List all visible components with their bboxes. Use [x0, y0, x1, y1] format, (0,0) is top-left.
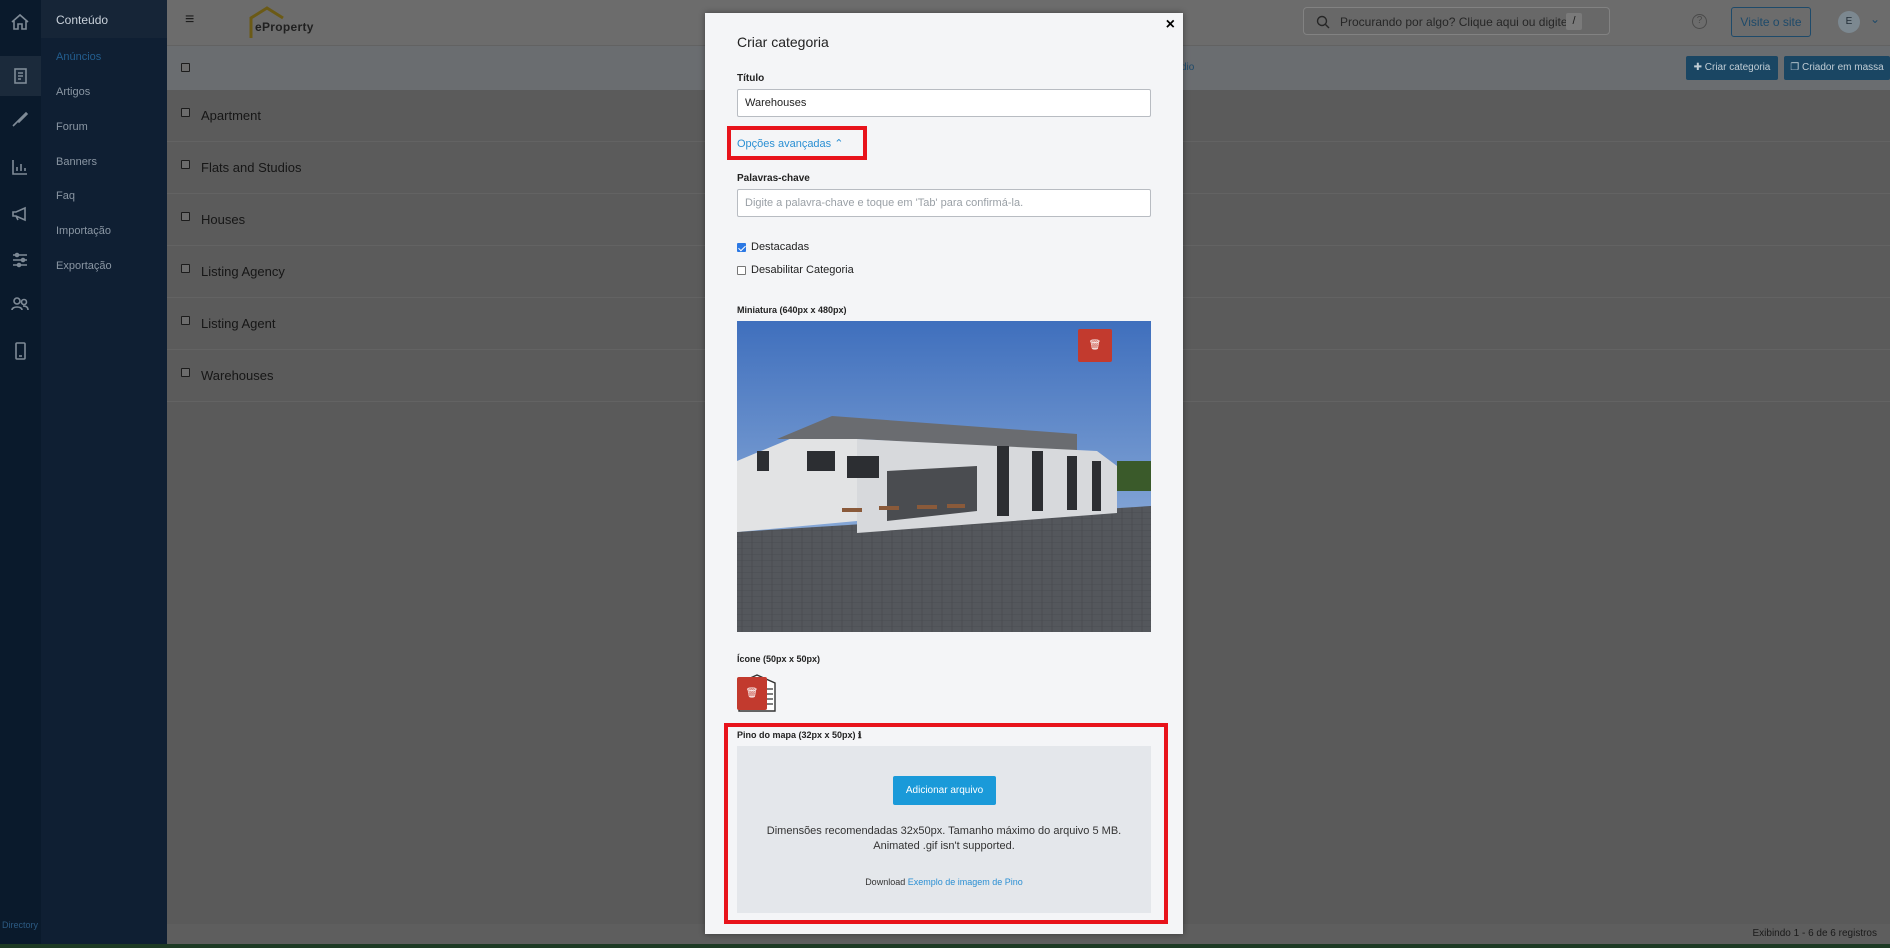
content-icon[interactable]	[0, 56, 41, 96]
keywords-field[interactable]: Digite a palavra-chave e toque em 'Tab' …	[737, 189, 1151, 217]
row-checkbox[interactable]	[181, 264, 190, 273]
row-checkbox[interactable]	[181, 368, 190, 377]
row-checkbox[interactable]	[181, 108, 190, 117]
row-label[interactable]: Warehouses	[201, 368, 274, 383]
sliders-icon[interactable]	[6, 246, 34, 274]
delete-thumbnail-button[interactable]: 🗑	[1078, 329, 1112, 362]
create-category-modal: × Criar categoria Título Warehouses Opçõ…	[705, 13, 1183, 934]
create-category-button[interactable]: ✚ Criar categoria	[1686, 56, 1778, 80]
nav-item-forum[interactable]: Forum	[56, 121, 88, 133]
icon-rail: Directory	[0, 0, 41, 948]
users-icon[interactable]	[6, 290, 34, 318]
disable-label: Desabilitar Categoria	[751, 264, 854, 276]
visit-site-button[interactable]: Visite o site	[1731, 7, 1811, 37]
icon-label: Ícone (50px x 50px)	[737, 654, 821, 664]
map-pin-dropzone[interactable]: Adicionar arquivo Dimensões recomendadas…	[737, 746, 1151, 913]
map-pin-label: Pino do mapa (32px x 50px) ℹ	[737, 730, 862, 740]
title-field[interactable]: Warehouses	[737, 89, 1151, 117]
rail-footer: Directory	[2, 920, 39, 930]
row-checkbox[interactable]	[181, 212, 190, 221]
row-label[interactable]: Listing Agent	[201, 316, 275, 331]
record-count: Exibindo 1 - 6 de 6 registros	[1752, 928, 1877, 939]
avatar[interactable]: E	[1838, 11, 1860, 33]
nav-item-artigos[interactable]: Artigos	[56, 86, 90, 98]
delete-icon-button[interactable]: 🗑	[737, 677, 767, 710]
nav-item-anuncios[interactable]: Anúncios	[56, 51, 101, 63]
chart-icon[interactable]	[6, 153, 34, 181]
featured-checkbox[interactable]: Destacadas	[737, 241, 809, 253]
checkbox-unchecked[interactable]	[737, 265, 746, 275]
search-icon	[1316, 15, 1330, 29]
dropzone-dimensions: Dimensões recomendadas 32x50px. Tamanho …	[766, 825, 1122, 837]
search-shortcut: /	[1566, 13, 1582, 30]
bottom-strip	[0, 944, 1890, 948]
help-icon[interactable]: ?	[1692, 14, 1707, 29]
nav-item-faq[interactable]: Faq	[56, 190, 75, 202]
row-label[interactable]: Listing Agency	[201, 264, 285, 279]
megaphone-icon[interactable]	[6, 200, 34, 228]
pin-sample-link[interactable]: Exemplo de imagem de Pino	[908, 877, 1023, 887]
row-checkbox[interactable]	[181, 160, 190, 169]
modal-title: Criar categoria	[737, 34, 829, 50]
title-label: Título	[737, 73, 765, 84]
disable-category-checkbox[interactable]: Desabilitar Categoria	[737, 264, 854, 276]
download-sample: Download Exemplo de imagem de Pino	[737, 877, 1151, 887]
keywords-label: Palavras-chave	[737, 173, 810, 184]
logo-text: eProperty	[255, 20, 314, 34]
dropzone-gif-note: Animated .gif isn't supported.	[873, 840, 1015, 852]
brush-icon[interactable]	[6, 105, 34, 133]
nav-item-banners[interactable]: Banners	[56, 156, 97, 168]
download-prefix: Download	[865, 877, 906, 887]
row-label[interactable]: Flats and Studios	[201, 160, 301, 175]
row-label[interactable]: Apartment	[201, 108, 261, 123]
search-placeholder: Procurando por algo? Clique aqui ou digi…	[1340, 15, 1568, 29]
nav-item-importacao[interactable]: Importação	[56, 225, 111, 237]
featured-label: Destacadas	[751, 241, 810, 253]
add-file-button[interactable]: Adicionar arquivo	[893, 776, 996, 805]
search-input[interactable]: Procurando por algo? Clique aqui ou digi…	[1303, 7, 1610, 35]
header-link[interactable]: dio	[1181, 62, 1194, 73]
advanced-options-toggle[interactable]: Opções avançadas ⌃	[737, 137, 843, 150]
row-checkbox[interactable]	[181, 316, 190, 325]
thumbnail-image	[737, 321, 1151, 632]
nav-sidebar: Conteúdo Anúncios Artigos Forum Banners …	[41, 0, 167, 948]
mobile-icon[interactable]	[6, 337, 34, 365]
nav-header: Conteúdo	[41, 0, 167, 38]
select-all-checkbox[interactable]	[181, 63, 190, 72]
nav-item-exportacao[interactable]: Exportação	[56, 260, 112, 272]
chevron-down-icon[interactable]: ⌄	[1870, 12, 1880, 26]
home-icon[interactable]	[6, 8, 34, 36]
row-label[interactable]: Houses	[201, 212, 245, 227]
checkbox-checked[interactable]	[737, 242, 746, 252]
thumbnail-label: Miniatura (640px x 480px)	[737, 305, 847, 315]
bulk-creator-button[interactable]: ❐ Criador em massa	[1784, 56, 1890, 80]
warehouse-photo	[737, 321, 1151, 632]
close-icon[interactable]: ×	[1166, 16, 1175, 34]
hamburger-icon[interactable]: ≡	[185, 12, 199, 28]
